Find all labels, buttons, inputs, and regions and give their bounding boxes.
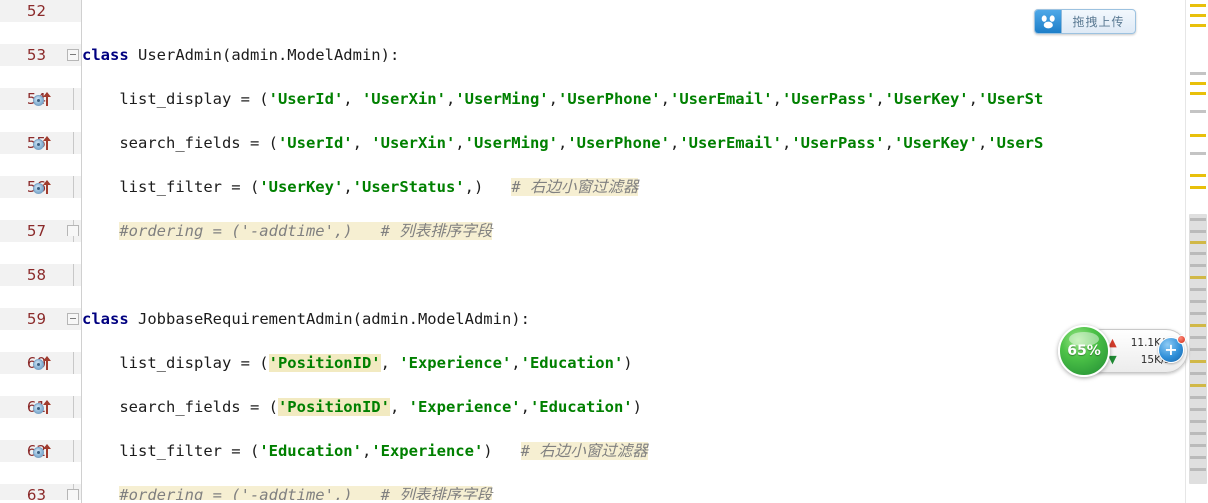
baidu-netdisk-icon [1035,10,1062,33]
code-line-row[interactable]: 62 list_filter = ('Education','Experienc… [0,440,1185,462]
fold-region-end-icon[interactable] [67,489,79,500]
fold-column[interactable] [64,220,82,242]
stripe-mark-warning[interactable] [1190,24,1206,27]
code-editor-area[interactable]: 52 53 class UserAdmin(admin.ModelAdmin): 54… [0,0,1185,503]
stripe-mark-change[interactable] [1190,152,1206,155]
gutter[interactable]: 56 [0,176,64,198]
stripe-mark-warning[interactable] [1190,4,1206,7]
code-line-row[interactable]: 54 list_display = ('UserId', 'UserXin','… [0,88,1185,110]
code-text[interactable]: list_display = ('UserId', 'UserXin','Use… [82,88,1043,110]
line-number: 57 [26,222,46,240]
code-text[interactable]: list_filter = ('Education','Experience')… [82,440,648,462]
notification-dot-icon [1177,335,1186,344]
code-line-row[interactable]: 60 list_display = ('PositionID', 'Experi… [0,352,1185,374]
fold-column[interactable] [64,132,82,154]
code-text[interactable]: class JobbaseRequirementAdmin(admin.Mode… [82,308,530,330]
network-speed-widget[interactable]: ▲ 11.1K/s ▼ 15K/s + 65% [1058,325,1188,377]
override-method-icon[interactable] [33,356,59,372]
pycharm-editor-window: 52 53 class UserAdmin(admin.ModelAdmin): 54… [0,0,1208,503]
stripe-mark-warning[interactable] [1190,92,1206,95]
code-line-row[interactable]: 52 [0,0,1185,22]
override-method-icon[interactable] [33,444,59,460]
gutter[interactable]: 54 [0,88,64,110]
fold-column[interactable] [64,440,82,462]
fold-column[interactable] [64,308,82,330]
code-line-row[interactable]: 59 class JobbaseRequirementAdmin(admin.Mo… [0,308,1185,330]
editor-marker-stripe[interactable] [1185,0,1208,503]
code-line-row[interactable]: 56 list_filter = ('UserKey','UserStatus'… [0,176,1185,198]
code-lines[interactable]: 52 53 class UserAdmin(admin.ModelAdmin): 54… [0,0,1185,503]
code-line-row[interactable]: 53 class UserAdmin(admin.ModelAdmin): [0,44,1185,66]
fold-collapse-icon[interactable] [67,313,79,325]
override-method-icon[interactable] [33,136,59,152]
gutter[interactable]: 58 [0,264,64,286]
gutter[interactable]: 61 [0,396,64,418]
fold-region-end-icon[interactable] [67,225,79,236]
gutter-divider [81,0,82,503]
fold-collapse-icon[interactable] [67,49,79,61]
line-number: 53 [26,46,46,64]
gutter[interactable]: 60 [0,352,64,374]
code-line-row[interactable]: 55 search_fields = ('UserId', 'UserXin',… [0,132,1185,154]
code-text[interactable]: list_display = ('PositionID', 'Experienc… [82,352,633,374]
gutter[interactable]: 52 [0,0,64,22]
override-method-icon[interactable] [33,180,59,196]
fold-column[interactable] [64,264,82,286]
code-line-row[interactable]: 57 #ordering = ('-addtime',) # 列表排序字段 [0,220,1185,242]
override-method-icon[interactable] [33,92,59,108]
stripe-mark-warning[interactable] [1190,134,1206,137]
fold-column[interactable] [64,88,82,110]
code-text[interactable]: search_fields = ('UserId', 'UserXin','Us… [82,132,1043,154]
line-number: 52 [26,2,46,20]
stripe-mark-warning[interactable] [1190,14,1206,17]
fold-column[interactable] [64,396,82,418]
stripe-mark-warning[interactable] [1190,174,1206,177]
fold-column[interactable] [64,44,82,66]
gutter[interactable]: 59 [0,308,64,330]
code-text[interactable]: list_filter = ('UserKey','UserStatus',) … [82,176,639,198]
code-line-row[interactable]: 58 [0,264,1185,286]
gutter[interactable]: 55 [0,132,64,154]
fold-column[interactable] [64,0,82,22]
line-number: 58 [26,266,46,284]
stripe-mark-change[interactable] [1190,110,1206,113]
gutter[interactable]: 62 [0,440,64,462]
code-text[interactable]: #ordering = ('-addtime',) # 列表排序字段 [82,220,493,242]
memory-usage-orb[interactable]: 65% [1058,325,1110,377]
fold-column[interactable] [64,352,82,374]
line-number: 59 [26,310,46,328]
code-line-row[interactable]: 61 search_fields = ('PositionID', 'Exper… [0,396,1185,418]
baidu-netdisk-chip-label: 拖拽上传 [1072,15,1125,29]
stripe-mark-warning[interactable] [1190,186,1206,189]
vertical-scrollbar-thumb[interactable] [1189,214,1207,484]
override-method-icon[interactable] [33,400,59,416]
stripe-mark-warning[interactable] [1190,82,1206,85]
gutter[interactable]: 53 [0,44,64,66]
gutter[interactable]: 57 [0,220,64,242]
code-text[interactable]: search_fields = ('PositionID', 'Experien… [82,396,642,418]
memory-usage-percent: 65% [1067,343,1101,359]
code-text[interactable]: class UserAdmin(admin.ModelAdmin): [82,44,399,66]
fold-column[interactable] [64,176,82,198]
baidu-netdisk-drag-upload-chip[interactable]: 拖拽上传 [1034,9,1136,34]
stripe-mark-change[interactable] [1190,72,1206,75]
